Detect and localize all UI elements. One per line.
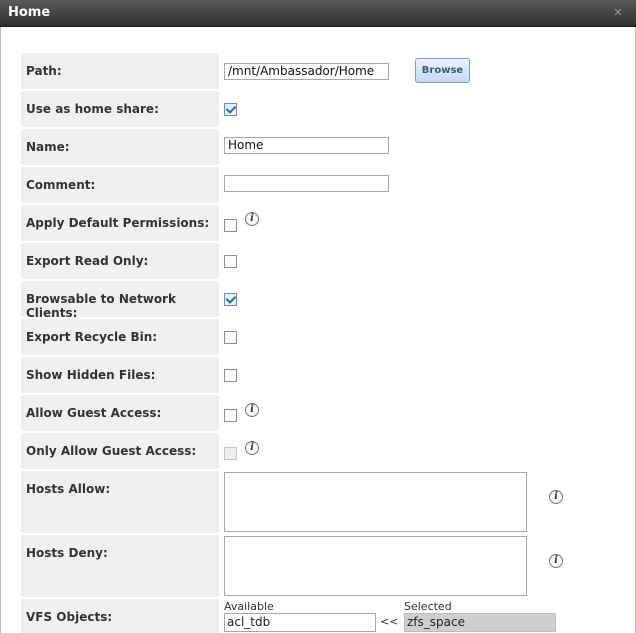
path-input[interactable]: /mnt/Ambassador/Home (224, 63, 389, 80)
hosts-deny-label: Hosts Deny: (21, 535, 219, 597)
info-icon[interactable]: i (549, 554, 563, 568)
browsable-checkbox[interactable] (224, 293, 237, 306)
default-perms-label: Apply Default Permissions: (21, 205, 219, 241)
hidden-files-checkbox[interactable] (224, 369, 237, 382)
info-icon[interactable]: i (245, 212, 259, 226)
name-row: Name: Home (21, 129, 633, 165)
hosts-allow-textarea[interactable] (224, 472, 527, 532)
dialog-titlebar: Home ✕ (0, 0, 636, 27)
info-icon[interactable]: i (245, 403, 259, 417)
list-item[interactable]: zfs_space (407, 615, 465, 629)
recycle-label: Export Recycle Bin: (21, 319, 219, 355)
close-icon[interactable]: ✕ (612, 7, 624, 19)
browsable-label: Browsable to Network Clients: (21, 281, 219, 320)
vfs-available-list[interactable]: acl_tdb (224, 613, 376, 632)
guest-label: Allow Guest Access: (21, 395, 219, 431)
guest-checkbox[interactable] (224, 409, 237, 422)
guest-row: Allow Guest Access: i (21, 395, 633, 431)
vfs-row: VFS Objects: Available acl_tdb << Select… (21, 599, 633, 633)
vfs-selected-heading: Selected (404, 600, 452, 613)
browsable-row: Browsable to Network Clients: (21, 281, 633, 320)
vfs-available-heading: Available (224, 600, 274, 613)
list-item[interactable]: acl_tdb (227, 615, 270, 629)
read-only-label: Export Read Only: (21, 243, 219, 279)
comment-row: Comment: (21, 167, 633, 203)
default-perms-row: Apply Default Permissions: i (21, 205, 633, 241)
only-guest-label: Only Allow Guest Access: (21, 433, 219, 469)
vfs-selected-list[interactable]: zfs_space (404, 613, 556, 632)
only-guest-row: Only Allow Guest Access: i (21, 433, 633, 469)
hosts-deny-textarea[interactable] (224, 536, 527, 596)
default-perms-checkbox[interactable] (224, 219, 237, 232)
recycle-checkbox[interactable] (224, 331, 237, 344)
browse-button[interactable]: Browse (415, 58, 470, 83)
recycle-row: Export Recycle Bin: (21, 319, 633, 355)
hidden-files-row: Show Hidden Files: (21, 357, 633, 393)
info-icon[interactable]: i (549, 490, 563, 504)
name-input[interactable]: Home (224, 137, 389, 154)
home-share-label: Use as home share: (21, 91, 219, 127)
read-only-row: Export Read Only: (21, 243, 633, 279)
home-share-row: Use as home share: (21, 91, 633, 127)
only-guest-checkbox[interactable] (224, 447, 237, 460)
dialog-title: Home (8, 5, 51, 20)
info-icon[interactable]: i (245, 441, 259, 455)
hosts-allow-row: Hosts Allow: i (21, 471, 633, 533)
comment-label: Comment: (21, 167, 219, 203)
vfs-label: VFS Objects: (21, 599, 219, 633)
hosts-deny-row: Hosts Deny: i (21, 535, 633, 597)
hosts-allow-label: Hosts Allow: (21, 471, 219, 533)
path-row: Path: /mnt/Ambassador/Home Browse (21, 53, 633, 89)
home-share-checkbox[interactable] (224, 103, 237, 116)
name-label: Name: (21, 129, 219, 165)
vfs-move-left-button[interactable]: << (380, 615, 398, 628)
comment-input[interactable] (224, 175, 389, 192)
hidden-files-label: Show Hidden Files: (21, 357, 219, 393)
read-only-checkbox[interactable] (224, 255, 237, 268)
path-label: Path: (21, 53, 219, 89)
